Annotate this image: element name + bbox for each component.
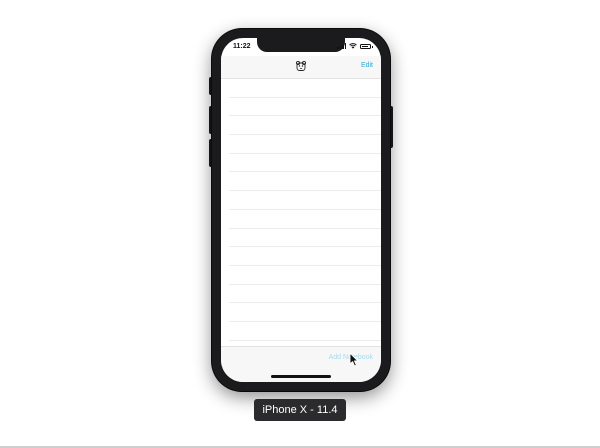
wifi-icon (349, 43, 357, 49)
device-screen: 11:22 Edit Add Notebook (221, 38, 381, 382)
cellular-signal-icon (337, 43, 346, 49)
battery-icon (360, 43, 373, 49)
table-row[interactable] (229, 247, 381, 266)
device-name-label: iPhone X - 11.4 (254, 399, 346, 421)
mouse-pointer-icon (349, 352, 359, 367)
table-row[interactable] (229, 266, 381, 285)
table-row[interactable] (229, 191, 381, 210)
table-row[interactable] (229, 210, 381, 229)
table-row[interactable] (229, 154, 381, 173)
status-time: 11:22 (233, 43, 251, 50)
navigation-bar: Edit (221, 56, 381, 79)
edit-button[interactable]: Edit (361, 62, 373, 69)
notebook-list[interactable] (221, 79, 381, 346)
table-row[interactable] (229, 79, 381, 98)
table-row[interactable] (229, 172, 381, 192)
simulator-window: 11:22 Edit Add Notebook iPhone X - 11.4 (0, 0, 600, 448)
table-row[interactable] (229, 285, 381, 304)
home-indicator[interactable] (271, 375, 331, 378)
table-row[interactable] (229, 322, 381, 341)
table-row[interactable] (229, 98, 381, 117)
table-row[interactable] (229, 303, 381, 322)
app-logo-icon (295, 60, 307, 71)
status-icons (337, 43, 373, 49)
table-row[interactable] (229, 229, 381, 248)
table-row[interactable] (229, 135, 381, 154)
table-row[interactable] (229, 116, 381, 136)
notch (257, 38, 345, 52)
